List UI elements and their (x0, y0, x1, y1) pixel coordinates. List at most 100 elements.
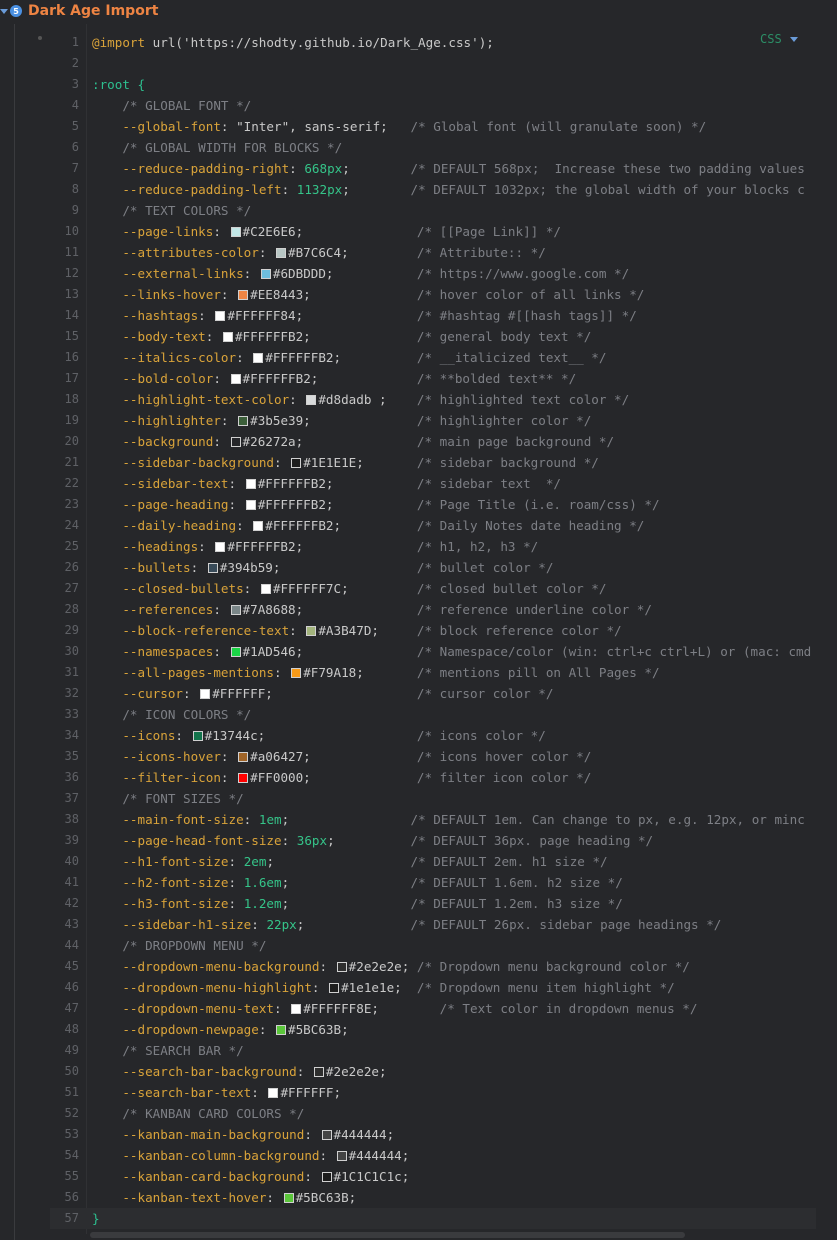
code-text[interactable]: } (79, 1208, 100, 1229)
code-text[interactable]: --sidebar-h1-size: 22px; /* DEFAULT 26px… (79, 914, 721, 935)
code-line[interactable]: 55 --kanban-card-background: #1C1C1C1c; (50, 1166, 816, 1187)
code-line[interactable]: 5 --global-font: "Inter", sans-serif; /*… (50, 116, 816, 137)
code-line[interactable]: 39 --page-head-font-size: 36px; /* DEFAU… (50, 830, 816, 851)
code-text[interactable]: --body-text: #FFFFFFB2; /* general body … (79, 326, 591, 347)
code-text[interactable]: --kanban-main-background: #444444; (79, 1124, 394, 1145)
code-text[interactable]: --background: #26272a; /* main page back… (79, 431, 614, 452)
code-text[interactable]: --highlight-text-color: #d8dadb ; /* hig… (79, 389, 629, 410)
code-line[interactable]: 46 --dropdown-menu-highlight: #1e1e1e; /… (50, 977, 816, 998)
code-line[interactable]: 26 --bullets: #394b59; /* bullet color *… (50, 557, 816, 578)
code-line[interactable]: 7 --reduce-padding-right: 668px; /* DEFA… (50, 158, 816, 179)
code-line[interactable]: 24 --daily-heading: #FFFFFFB2; /* Daily … (50, 515, 816, 536)
code-text[interactable]: --page-links: #C2E6E6; /* [[Page Link]] … (79, 221, 561, 242)
code-line[interactable]: 37 /* FONT SIZES */ (50, 788, 816, 809)
block-bullet[interactable] (38, 36, 42, 40)
code-line[interactable]: 15 --body-text: #FFFFFFB2; /* general bo… (50, 326, 816, 347)
code-line[interactable]: 42 --h3-font-size: 1.2em; /* DEFAULT 1.2… (50, 893, 816, 914)
code-line[interactable]: 45 --dropdown-menu-background: #2e2e2e; … (50, 956, 816, 977)
code-text[interactable]: /* DROPDOWN MENU */ (79, 935, 266, 956)
code-line[interactable]: 54 --kanban-column-background: #444444; (50, 1145, 816, 1166)
code-text[interactable]: --dropdown-menu-background: #2e2e2e; /* … (79, 956, 690, 977)
code-text[interactable]: --references: #7A8688; /* reference unde… (79, 599, 652, 620)
code-line[interactable]: 51 --search-bar-text: #FFFFFF; (50, 1082, 816, 1103)
horizontal-scrollbar[interactable] (90, 1232, 685, 1238)
code-text[interactable]: --icons: #13744c; /* icons color */ (79, 725, 545, 746)
code-line[interactable]: 20 --background: #26272a; /* main page b… (50, 431, 816, 452)
code-text[interactable]: --external-links: #6DBDDD; /* https://ww… (79, 263, 629, 284)
code-text[interactable]: --bold-color: #FFFFFFB2; /* **bolded tex… (79, 368, 576, 389)
code-line[interactable]: 38 --main-font-size: 1em; /* DEFAULT 1em… (50, 809, 816, 830)
code-text[interactable]: /* SEARCH BAR */ (79, 1040, 243, 1061)
code-text[interactable]: @import url('https://shodty.github.io/Da… (79, 32, 494, 53)
code-text[interactable]: --filter-icon: #FF0000; /* filter icon c… (79, 767, 591, 788)
chevron-down-icon[interactable] (0, 8, 8, 14)
code-line[interactable]: 35 --icons-hover: #a06427; /* icons hove… (50, 746, 816, 767)
code-text[interactable]: --closed-bullets: #FFFFFF7C; /* closed b… (79, 578, 606, 599)
code-text[interactable]: --h3-font-size: 1.2em; /* DEFAULT 1.2em.… (79, 893, 622, 914)
code-line[interactable]: 36 --filter-icon: #FF0000; /* filter ico… (50, 767, 816, 788)
code-text[interactable]: --h2-font-size: 1.6em; /* DEFAULT 1.6em.… (79, 872, 622, 893)
code-text[interactable]: :root { (79, 74, 145, 95)
code-text[interactable]: --sidebar-text: #FFFFFFB2; /* sidebar te… (79, 473, 561, 494)
code-line[interactable]: 22 --sidebar-text: #FFFFFFB2; /* sidebar… (50, 473, 816, 494)
code-text[interactable]: --page-head-font-size: 36px; /* DEFAULT … (79, 830, 653, 851)
code-text[interactable]: --daily-heading: #FFFFFFB2; /* Daily Not… (79, 515, 644, 536)
code-text[interactable]: --page-heading: #FFFFFFB2; /* Page Title… (79, 494, 659, 515)
code-text[interactable]: --attributes-color: #B7C6C4; /* Attribut… (79, 242, 545, 263)
code-text[interactable]: --kanban-text-hover: #5BC63B; (79, 1187, 356, 1208)
code-line[interactable]: 49 /* SEARCH BAR */ (50, 1040, 816, 1061)
code-line[interactable]: 30 --namespaces: #1AD546; /* Namespace/c… (50, 641, 816, 662)
code-line[interactable]: 52 /* KANBAN CARD COLORS */ (50, 1103, 816, 1124)
code-area[interactable]: 1 @import url('https://shodty.github.io/D… (50, 32, 816, 1232)
code-text[interactable]: --icons-hover: #a06427; /* icons hover c… (79, 746, 591, 767)
code-text[interactable]: --block-reference-text: #A3B47D; /* bloc… (79, 620, 621, 641)
code-line[interactable]: 40 --h1-font-size: 2em; /* DEFAULT 2em. … (50, 851, 816, 872)
code-line[interactable]: 48 --dropdown-newpage: #5BC63B; (50, 1019, 816, 1040)
code-line[interactable]: 13 --links-hover: #EE8443; /* hover colo… (50, 284, 816, 305)
code-line[interactable]: 31 --all-pages-mentions: #F79A18; /* men… (50, 662, 816, 683)
code-line[interactable]: 6 /* GLOBAL WIDTH FOR BLOCKS */ (50, 137, 816, 158)
code-line[interactable]: 4 /* GLOBAL FONT */ (50, 95, 816, 116)
code-line[interactable]: 43 --sidebar-h1-size: 22px; /* DEFAULT 2… (50, 914, 816, 935)
code-line[interactable]: 33 /* ICON COLORS */ (50, 704, 816, 725)
code-line[interactable]: 1 @import url('https://shodty.github.io/D… (50, 32, 816, 53)
code-text[interactable]: --headings: #FFFFFFB2; /* h1, h2, h3 */ (79, 536, 538, 557)
code-line[interactable]: 29 --block-reference-text: #A3B47D; /* b… (50, 620, 816, 641)
code-text[interactable]: --namespaces: #1AD546; /* Namespace/colo… (79, 641, 811, 662)
code-text[interactable]: --main-font-size: 1em; /* DEFAULT 1em. C… (79, 809, 804, 830)
code-line[interactable]: 10 --page-links: #C2E6E6; /* [[Page Link… (50, 221, 816, 242)
code-line[interactable]: 47 --dropdown-menu-text: #FFFFFF8E; /* T… (50, 998, 816, 1019)
code-line[interactable]: 57} (50, 1208, 816, 1229)
code-line[interactable]: 14 --hashtags: #FFFFFF84; /* #hashtag #[… (50, 305, 816, 326)
code-line[interactable]: 2 (50, 53, 816, 74)
code-text[interactable]: --kanban-column-background: #444444; (79, 1145, 409, 1166)
code-text[interactable]: /* FONT SIZES */ (79, 788, 243, 809)
code-text[interactable] (79, 53, 92, 74)
code-text[interactable]: --dropdown-newpage: #5BC63B; (79, 1019, 348, 1040)
code-line[interactable]: 53 --kanban-main-background: #444444; (50, 1124, 816, 1145)
code-line[interactable]: 3:root { (50, 74, 816, 95)
code-text[interactable]: --links-hover: #EE8443; /* hover color o… (79, 284, 644, 305)
code-text[interactable]: --all-pages-mentions: #F79A18; /* mentio… (79, 662, 659, 683)
code-text[interactable]: --kanban-card-background: #1C1C1C1c; (79, 1166, 409, 1187)
code-text[interactable]: /* TEXT COLORS */ (79, 200, 251, 221)
code-line[interactable]: 8 --reduce-padding-left: 1132px; /* DEFA… (50, 179, 816, 200)
code-line[interactable]: 9 /* TEXT COLORS */ (50, 200, 816, 221)
code-text[interactable]: --highlighter: #3b5e39; /* highlighter c… (79, 410, 591, 431)
code-line[interactable]: 21 --sidebar-background: #1E1E1E; /* sid… (50, 452, 816, 473)
code-text[interactable]: --global-font: "Inter", sans-serif; /* G… (79, 116, 706, 137)
code-line[interactable]: 50 --search-bar-background: #2e2e2e; (50, 1061, 816, 1082)
code-line[interactable]: 41 --h2-font-size: 1.6em; /* DEFAULT 1.6… (50, 872, 816, 893)
code-line[interactable]: 28 --references: #7A8688; /* reference u… (50, 599, 816, 620)
page-title[interactable]: Dark Age Import (28, 3, 158, 19)
code-text[interactable]: --search-bar-background: #2e2e2e; (79, 1061, 386, 1082)
code-line[interactable]: 17 --bold-color: #FFFFFFB2; /* **bolded … (50, 368, 816, 389)
code-line[interactable]: 12 --external-links: #6DBDDD; /* https:/… (50, 263, 816, 284)
code-text[interactable]: --search-bar-text: #FFFFFF; (79, 1082, 341, 1103)
code-text[interactable]: --italics-color: #FFFFFFB2; /* __italici… (79, 347, 606, 368)
code-text[interactable]: /* GLOBAL WIDTH FOR BLOCKS */ (79, 137, 342, 158)
code-line[interactable]: 56 --kanban-text-hover: #5BC63B; (50, 1187, 816, 1208)
code-text[interactable]: --sidebar-background: #1E1E1E; /* sideba… (79, 452, 599, 473)
code-text[interactable]: --dropdown-menu-text: #FFFFFF8E; /* Text… (79, 998, 697, 1019)
code-text[interactable]: --dropdown-menu-highlight: #1e1e1e; /* D… (79, 977, 674, 998)
